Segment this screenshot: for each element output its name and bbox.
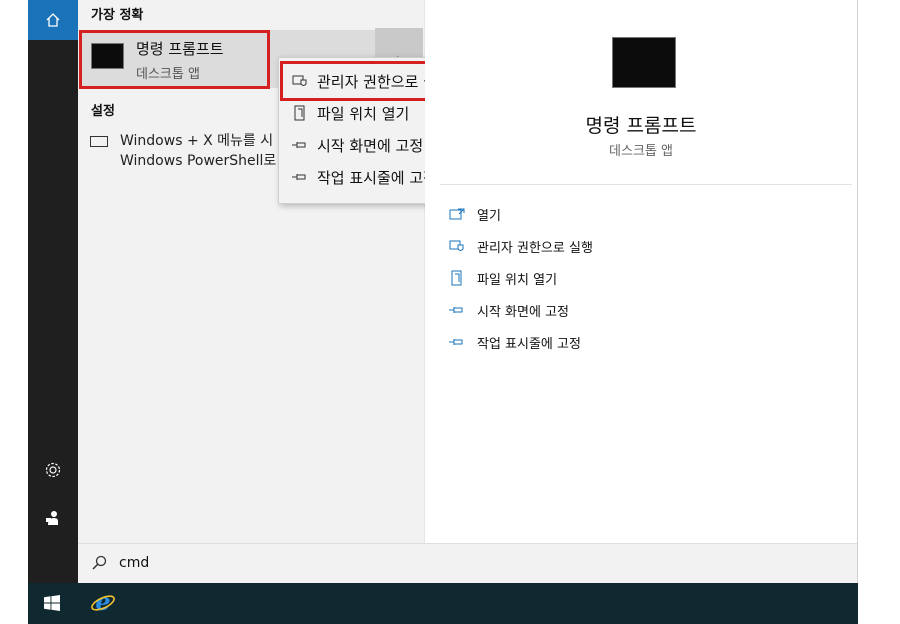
pin-icon	[289, 172, 311, 182]
user-button[interactable]	[28, 498, 78, 538]
settings-item-line1: Windows + X 메뉴를 시	[120, 133, 274, 149]
search-input[interactable]: cmd	[119, 555, 149, 571]
search-icon	[92, 555, 107, 570]
home-button[interactable]	[28, 0, 78, 40]
search-box[interactable]	[78, 543, 857, 584]
ctx-pin-taskbar-label: 작업 표시줄에 고정	[317, 168, 437, 187]
left-rail	[28, 0, 78, 583]
settings-result-item[interactable]: Windows + X 메뉴를 시 Windows PowerShell로	[90, 131, 276, 171]
action-pin-start-label: 시작 화면에 고정	[477, 304, 569, 320]
ctx-pin-start-label: 시작 화면에 고정	[317, 136, 424, 155]
file-icon	[289, 105, 311, 121]
taskbar	[28, 583, 858, 624]
cmd-large-icon	[612, 37, 676, 88]
action-run-as-admin[interactable]: 관리자 권한으로 실행	[447, 235, 593, 257]
action-pin-taskbar[interactable]: 작업 표시줄에 고정	[447, 331, 581, 353]
action-open[interactable]: 열기	[447, 203, 501, 225]
file-icon	[447, 270, 467, 286]
pin-icon	[289, 140, 311, 150]
action-open-file-location-label: 파일 위치 열기	[477, 272, 558, 288]
ctx-open-file-location-label: 파일 위치 열기	[317, 104, 410, 123]
internet-explorer-icon[interactable]: e	[90, 589, 116, 615]
open-icon	[447, 208, 467, 220]
settings-button[interactable]	[28, 450, 78, 490]
home-icon	[46, 13, 60, 27]
details-divider	[440, 184, 852, 185]
settings-heading: 설정	[91, 104, 115, 119]
action-run-as-admin-label: 관리자 권한으로 실행	[477, 240, 593, 256]
shield-icon	[447, 239, 467, 253]
ctx-pin-start[interactable]: 시작 화면에 고정	[289, 132, 423, 158]
ctx-open-file-location[interactable]: 파일 위치 열기	[289, 100, 409, 126]
highlight-box-best-match	[79, 30, 270, 89]
action-open-file-location[interactable]: 파일 위치 열기	[447, 267, 557, 289]
gear-icon	[45, 462, 61, 478]
details-subtitle: 데스크톱 앱	[609, 144, 673, 159]
windows-start-icon[interactable]	[44, 595, 60, 611]
pin-icon	[447, 305, 467, 315]
best-match-heading: 가장 정확	[91, 8, 144, 23]
action-open-label: 열기	[477, 208, 501, 224]
pin-icon	[447, 337, 467, 347]
action-pin-taskbar-label: 작업 표시줄에 고정	[477, 336, 581, 352]
user-icon	[46, 511, 58, 525]
svg-text:e: e	[95, 589, 110, 615]
settings-item-line2: Windows PowerShell로	[120, 153, 277, 169]
action-pin-start[interactable]: 시작 화면에 고정	[447, 299, 569, 321]
details-title: 명령 프롬프트	[585, 115, 697, 137]
window-border	[857, 0, 858, 583]
ctx-pin-taskbar[interactable]: 작업 표시줄에 고정	[289, 164, 437, 190]
monitor-icon	[90, 135, 108, 147]
